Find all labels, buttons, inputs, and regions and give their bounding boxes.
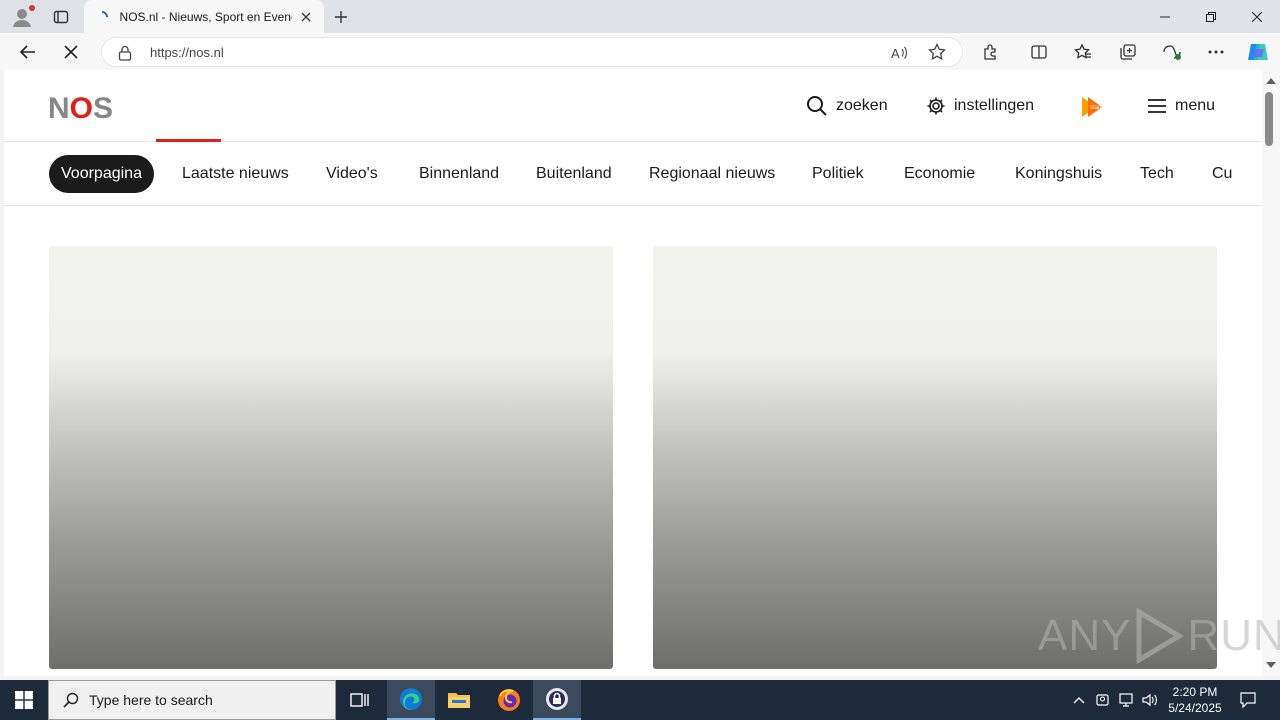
site-header: NOS zoeken instellingen start menu <box>4 70 1262 142</box>
nav-item-tech[interactable]: Tech <box>1140 155 1174 193</box>
search-button[interactable]: zoeken <box>806 94 888 118</box>
scroll-up-icon[interactable] <box>1266 78 1276 84</box>
nav-item-cultuur-truncated[interactable]: Cu <box>1212 155 1232 193</box>
loading-favicon-icon <box>94 9 110 25</box>
minimize-icon[interactable] <box>1142 0 1188 33</box>
clock-date: 5/24/2025 <box>1168 701 1222 715</box>
page-scrollbar[interactable] <box>1262 70 1280 676</box>
profile-icon[interactable] <box>10 5 35 29</box>
vpn-lock-app-icon[interactable] <box>533 680 581 720</box>
close-window-icon[interactable] <box>1234 0 1280 33</box>
browser-titlebar: NOS.nl - Nieuws, Sport en Evenementen <box>0 0 1280 33</box>
browser-essentials-icon[interactable] <box>1158 38 1186 66</box>
active-section-indicator <box>156 139 221 142</box>
stop-loading-icon[interactable] <box>56 37 86 67</box>
tab-close-icon[interactable] <box>298 9 314 25</box>
notification-center-icon[interactable] <box>1234 680 1262 720</box>
extensions-icon[interactable] <box>977 38 1005 66</box>
watermark-right-text: RUN <box>1187 611 1280 660</box>
article-card-placeholder[interactable] <box>653 246 1217 669</box>
taskbar-search-box[interactable]: Type here to search <box>48 680 336 720</box>
favorite-star-icon[interactable] <box>928 42 946 66</box>
hamburger-menu-icon <box>1148 99 1166 113</box>
windows-logo-icon <box>15 691 33 709</box>
favorites-icon[interactable] <box>1069 38 1097 66</box>
meet-now-icon[interactable] <box>1093 680 1113 720</box>
copilot-icon[interactable] <box>1244 38 1272 66</box>
settings-button[interactable]: instellingen <box>926 94 1034 118</box>
tab-title: NOS.nl - Nieuws, Sport en Evenementen <box>119 9 293 24</box>
npo-start-badge[interactable]: start <box>1074 95 1110 119</box>
menu-label: menu <box>1175 97 1216 114</box>
logo-letter-n: N <box>48 92 70 125</box>
browser-tab-active[interactable]: NOS.nl - Nieuws, Sport en Evenementen <box>84 0 324 33</box>
nav-item-binnenland[interactable]: Binnenland <box>419 155 499 193</box>
restore-icon[interactable] <box>1188 0 1234 33</box>
web-page: NOS zoeken instellingen start menu Voorp… <box>4 70 1262 676</box>
nav-item-buitenland[interactable]: Buitenland <box>536 155 612 193</box>
watermark-left-text: ANY <box>1038 611 1132 660</box>
split-screen-icon[interactable] <box>1025 38 1053 66</box>
nos-logo[interactable]: NOS <box>48 92 113 126</box>
browser-toolbar: https://nos.nl A <box>0 33 1280 70</box>
more-options-icon[interactable] <box>1202 38 1230 66</box>
nav-item-voorpagina[interactable]: Voorpagina <box>49 155 154 193</box>
edge-taskbar-icon[interactable] <box>387 680 435 720</box>
nav-item-regionaal-nieuws[interactable]: Regionaal nieuws <box>649 155 775 193</box>
tab-actions-icon[interactable] <box>50 6 72 28</box>
nav-item-economie[interactable]: Economie <box>904 155 975 193</box>
show-hidden-icons-chevron-icon[interactable] <box>1069 680 1089 720</box>
read-aloud-icon[interactable]: A <box>890 44 908 67</box>
anyrun-watermark: ANY RUN <box>1038 608 1280 664</box>
url-text[interactable]: https://nos.nl <box>150 45 224 60</box>
back-icon[interactable] <box>13 37 43 67</box>
taskbar-search-placeholder: Type here to search <box>89 692 213 708</box>
search-icon <box>63 692 79 708</box>
gear-icon <box>927 97 945 115</box>
new-tab-icon[interactable] <box>330 6 352 28</box>
menu-button[interactable]: menu <box>1147 94 1215 118</box>
windows-taskbar: Type here to search 2:20 PM 5/24/2025 <box>0 680 1280 720</box>
collections-icon[interactable] <box>1114 38 1142 66</box>
clock-time: 2:20 PM <box>1172 685 1218 699</box>
nav-item-videos[interactable]: Video's <box>326 155 378 193</box>
search-label: zoeken <box>836 97 888 114</box>
address-bar[interactable]: https://nos.nl A <box>101 37 963 67</box>
network-icon[interactable] <box>1116 680 1136 720</box>
logo-letter-s: S <box>93 92 114 125</box>
svg-text:A: A <box>891 46 900 61</box>
firefox-icon[interactable] <box>485 680 533 720</box>
file-explorer-icon[interactable] <box>435 680 483 720</box>
nav-item-koningshuis[interactable]: Koningshuis <box>1015 155 1102 193</box>
volume-icon[interactable] <box>1140 680 1160 720</box>
npo-start-icon: start <box>1082 97 1102 117</box>
npo-badge-text: start <box>1090 105 1102 111</box>
play-logo-icon <box>1136 608 1185 664</box>
logo-letter-o: O <box>69 92 94 125</box>
category-nav: Voorpagina Laatste nieuws Video's Binnen… <box>4 143 1262 206</box>
lock-icon[interactable] <box>118 45 132 66</box>
nav-item-politiek[interactable]: Politiek <box>812 155 864 193</box>
taskbar-clock[interactable]: 2:20 PM 5/24/2025 <box>1162 684 1228 716</box>
scrollbar-thumb[interactable] <box>1265 92 1273 146</box>
search-icon <box>807 96 827 116</box>
start-button[interactable] <box>0 680 48 720</box>
nav-item-laatste-nieuws[interactable]: Laatste nieuws <box>182 155 289 193</box>
article-card-placeholder[interactable] <box>49 246 613 669</box>
settings-label: instellingen <box>954 97 1035 114</box>
task-view-icon[interactable] <box>336 680 384 720</box>
